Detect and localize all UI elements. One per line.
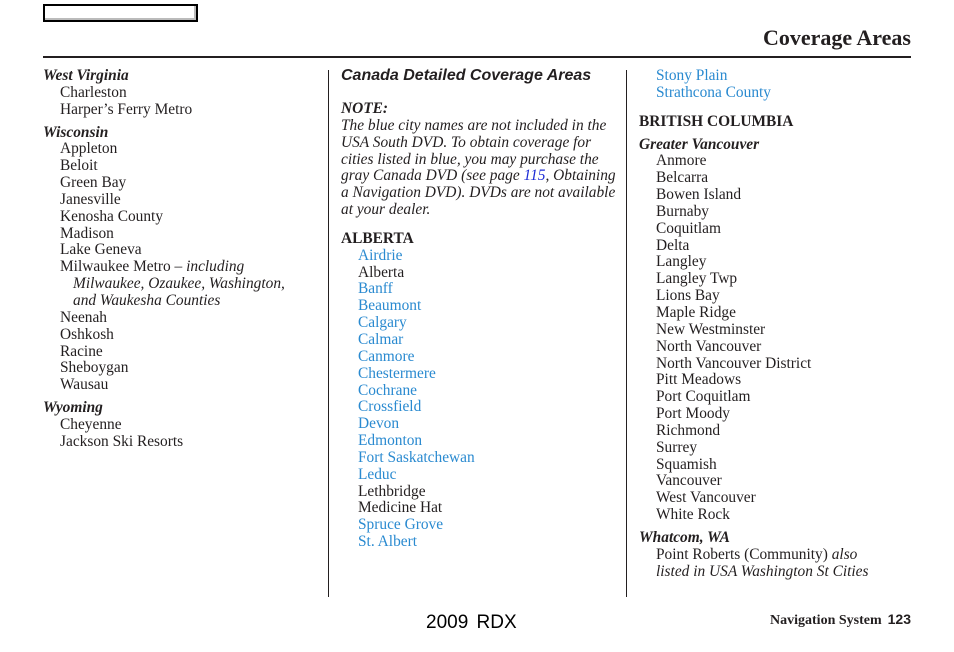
footer-model: 2009 RDX bbox=[426, 612, 517, 633]
city-item: Squamish bbox=[656, 455, 717, 473]
city-item: Green Bay bbox=[60, 174, 127, 192]
city-item: Medicine Hat bbox=[358, 499, 443, 517]
city-item: Fort Saskatchewan bbox=[358, 448, 475, 466]
city-note: also bbox=[831, 545, 858, 563]
city-note: including bbox=[186, 258, 245, 276]
city-item: Spruce Grove bbox=[358, 516, 444, 534]
city-item: Calmar bbox=[358, 330, 404, 348]
city-item: Bowen Island bbox=[656, 186, 742, 204]
city-item: Harper’s Ferry Metro bbox=[60, 100, 193, 118]
city-item: Banff bbox=[358, 280, 393, 298]
city-item: Strathcona County bbox=[656, 83, 771, 101]
city-item: Chestermere bbox=[358, 364, 436, 382]
city-item: New Westminster bbox=[656, 320, 766, 338]
note-label: NOTE: bbox=[341, 100, 389, 117]
city-item: Lions Bay bbox=[656, 287, 720, 305]
city-item: Wausau bbox=[60, 376, 109, 394]
note-body: The blue city names are not included in … bbox=[341, 117, 621, 219]
column-divider bbox=[328, 70, 329, 597]
city-item: Richmond bbox=[656, 421, 721, 439]
city-item: Port Coquitlam bbox=[656, 388, 751, 406]
city-item: Racine bbox=[60, 342, 103, 360]
city-name: Milwaukee Metro – bbox=[60, 258, 187, 276]
city-item: Crossfield bbox=[358, 398, 422, 416]
column-us-states: West Virginia Charleston Harper’s Ferry … bbox=[43, 67, 323, 451]
city-item: Sheboygan bbox=[60, 359, 129, 377]
page-number: 123 bbox=[887, 611, 911, 627]
province-heading-british-columbia: BRITISH COLUMBIA bbox=[639, 112, 794, 130]
city-note-continued: Milwaukee, Ozaukee, Washington, bbox=[73, 275, 285, 293]
city-item: Beaumont bbox=[358, 297, 422, 315]
city-item: White Rock bbox=[656, 506, 730, 524]
city-item: Madison bbox=[60, 224, 114, 242]
column-canada-bc: Stony Plain Strathcona County BRITISH COL… bbox=[639, 67, 911, 580]
city-item: Cheyenne bbox=[60, 415, 122, 433]
city-item: Vancouver bbox=[656, 472, 722, 490]
column-divider bbox=[626, 70, 627, 597]
city-item: Belcarra bbox=[656, 169, 709, 187]
city-item: Langley Twp bbox=[656, 270, 738, 288]
city-item: Beloit bbox=[60, 157, 98, 175]
region-heading-wisconsin: Wisconsin bbox=[43, 123, 109, 141]
greater-vancouver-city-list: Anmore Belcarra Bowen Island Burnaby Coquitl… bbox=[639, 153, 911, 524]
city-item: Lake Geneva bbox=[60, 241, 142, 259]
city-item: Jackson Ski Resorts bbox=[60, 432, 184, 450]
column-canada-alberta: Canada Detailed Coverage Areas NOTE: The… bbox=[341, 67, 621, 551]
region-heading-greater-vancouver: Greater Vancouver bbox=[639, 135, 760, 153]
city-item: Canmore bbox=[358, 347, 415, 365]
city-item: Alberta bbox=[358, 263, 405, 281]
city-item: Pitt Meadows bbox=[656, 371, 742, 389]
footer-page-info: Navigation System 123 bbox=[770, 611, 911, 629]
city-name: Point Roberts (Community) bbox=[656, 545, 832, 563]
city-item: Coquitlam bbox=[656, 219, 721, 237]
region-heading-wyoming: Wyoming bbox=[43, 399, 103, 417]
header-tab-box bbox=[43, 4, 198, 22]
city-item: Janesville bbox=[60, 190, 121, 208]
city-item: Delta bbox=[656, 236, 690, 254]
city-item: Airdrie bbox=[358, 246, 403, 264]
city-item: Cochrane bbox=[358, 381, 417, 399]
city-item: Leduc bbox=[358, 465, 397, 483]
page-link[interactable]: 115 bbox=[524, 167, 546, 184]
footer-section: Navigation System bbox=[770, 613, 882, 628]
alberta-city-list-continued: Stony Plain Strathcona County bbox=[639, 67, 911, 102]
province-heading-alberta: ALBERTA bbox=[341, 229, 414, 247]
city-item: Lethbridge bbox=[358, 482, 426, 500]
city-item: Surrey bbox=[656, 438, 698, 456]
city-item: West Vancouver bbox=[656, 489, 756, 507]
city-item: Burnaby bbox=[656, 202, 710, 220]
city-item: Stony Plain bbox=[656, 67, 728, 84]
city-item: Calgary bbox=[358, 314, 407, 332]
city-item: North Vancouver bbox=[656, 337, 762, 355]
city-note-continued: listed in USA Washington St Cities bbox=[656, 562, 869, 580]
city-item: Appleton bbox=[60, 140, 118, 158]
city-item-milwaukee: Milwaukee Metro – including bbox=[43, 258, 323, 276]
city-item: North Vancouver District bbox=[656, 354, 812, 372]
city-item: Langley bbox=[656, 253, 707, 271]
city-note-continued: and Waukesha Counties bbox=[73, 291, 221, 309]
city-item-point-roberts: Point Roberts (Community) also bbox=[639, 545, 911, 564]
city-item: St. Albert bbox=[358, 533, 417, 551]
city-item: Oshkosh bbox=[60, 325, 114, 343]
region-heading-west-virginia: West Virginia bbox=[43, 67, 129, 84]
city-item: Edmonton bbox=[358, 432, 423, 450]
title-rule bbox=[43, 56, 911, 58]
city-item: Port Moody bbox=[656, 405, 730, 423]
city-item: Kenosha County bbox=[60, 207, 164, 225]
section-heading: Canada Detailed Coverage Areas bbox=[341, 67, 592, 84]
city-item: Charleston bbox=[60, 83, 127, 101]
city-item: Devon bbox=[358, 415, 400, 433]
alberta-city-list: Airdrie Alberta Banff Beaumont Calgary Calmar… bbox=[341, 246, 621, 551]
city-item: Neenah bbox=[60, 308, 107, 326]
city-item: Maple Ridge bbox=[656, 303, 736, 321]
page-title: Coverage Areas bbox=[762, 25, 911, 50]
city-item: Anmore bbox=[656, 152, 707, 170]
region-heading-whatcom: Whatcom, WA bbox=[639, 528, 730, 546]
